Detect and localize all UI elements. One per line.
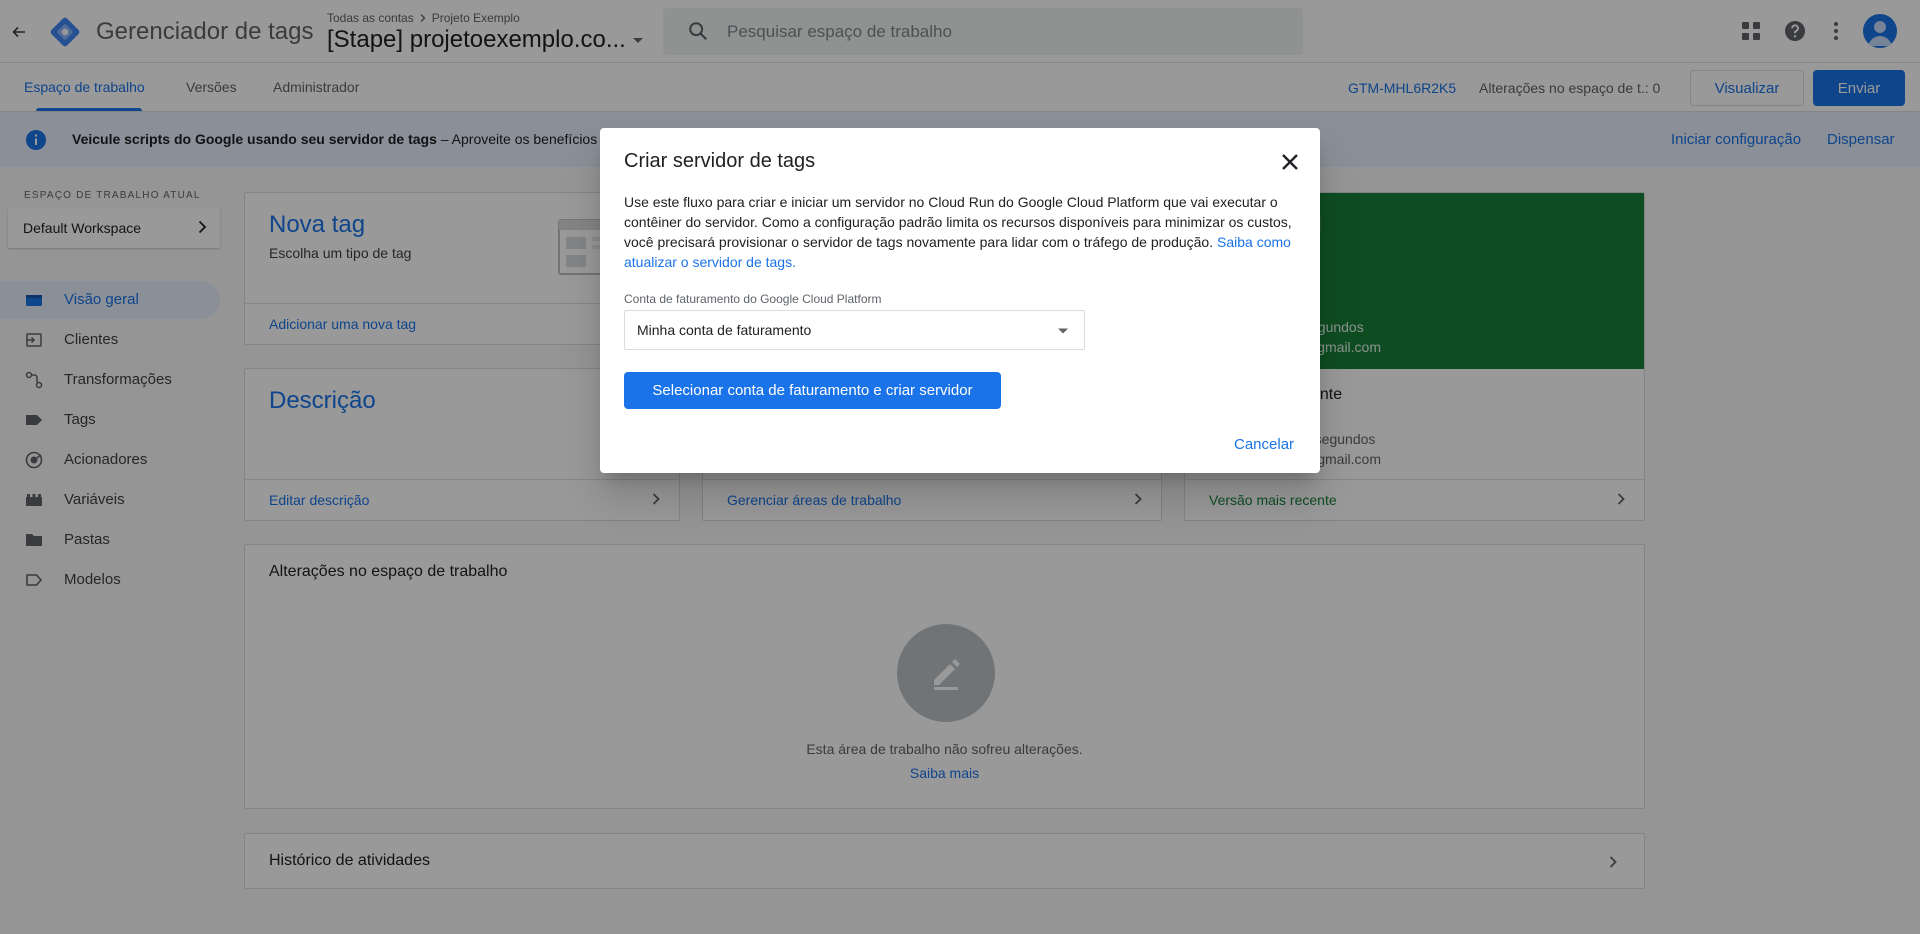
dialog-body: Use este fluxo para criar e iniciar um s… [624, 192, 1296, 272]
dialog-body-text: Use este fluxo para criar e iniciar um s… [624, 194, 1292, 250]
dialog-title: Criar servidor de tags [624, 150, 816, 172]
caret-down-icon [1058, 328, 1068, 334]
cancel-button[interactable]: Cancelar [1234, 436, 1294, 453]
billing-account-select[interactable]: Minha conta de faturamento [624, 310, 1085, 350]
billing-account-label: Conta de faturamento do Google Cloud Pla… [624, 292, 882, 306]
create-tag-server-dialog: Criar servidor de tags Use este fluxo pa… [600, 128, 1320, 473]
billing-account-value: Minha conta de faturamento [637, 322, 812, 338]
select-billing-create-server-button[interactable]: Selecionar conta de faturamento e criar … [624, 372, 1001, 409]
close-icon[interactable] [1278, 150, 1302, 174]
